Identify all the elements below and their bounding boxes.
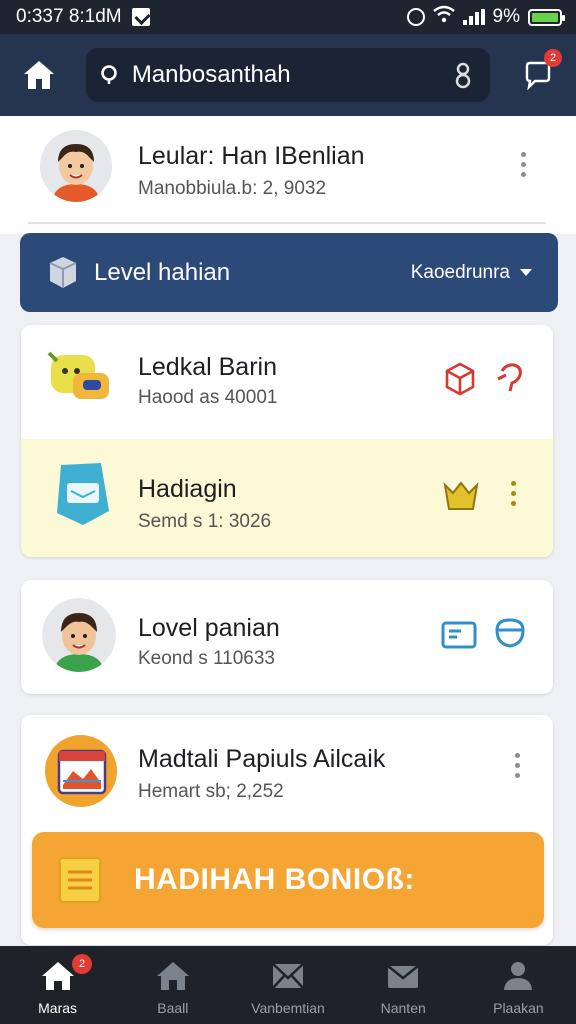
gift-icon [58, 857, 102, 903]
store-icon [156, 962, 189, 990]
top-app-bar: Manbosanthah 2 [0, 34, 576, 116]
profile-name: Leular: Han IBenlian [138, 142, 365, 170]
avatar [42, 598, 116, 672]
level-title: Level hahian [94, 258, 231, 286]
nav-label: Plaakan [493, 1000, 544, 1016]
bonus-label: HADIHAH BONIOß: [134, 863, 415, 896]
profile-row[interactable]: Leular: Han IBenlian Manobbiula.b: 2, 90… [0, 116, 576, 220]
home-icon [23, 61, 54, 89]
mail-card-icon [57, 463, 109, 525]
game-controller-icon [47, 351, 109, 399]
battery-percent: 9% [492, 6, 520, 27]
nav-label: Baall [157, 1000, 189, 1016]
item-title: Lovel panian [138, 614, 280, 642]
chat-button[interactable]: 2 [518, 49, 562, 95]
nav-item-vanbemtian[interactable]: Vanbemtian [230, 946, 345, 1024]
notification-icon [131, 8, 150, 26]
question-icon[interactable] [494, 361, 528, 397]
list-card: Lovel panian Keond s 110633 [21, 580, 553, 694]
level-dropdown-label: Kaoedrunra [410, 261, 510, 283]
home-icon [41, 962, 74, 990]
chevron-down-icon [520, 269, 532, 276]
mail-icon [387, 965, 419, 988]
profile-subtitle: Manobbiula.b: 2, 9032 [138, 178, 327, 199]
item-subtitle: Keond s 110633 [138, 648, 275, 669]
wifi-icon [432, 5, 455, 29]
avatar [40, 130, 112, 202]
search-text: Manbosanthah [131, 61, 291, 88]
nav-item-plaakan[interactable]: Plaakan [461, 946, 576, 1024]
nav-label: Vanbemtian [251, 1000, 325, 1016]
nav-item-maras[interactable]: 2 Maras [0, 946, 115, 1024]
more-options-icon[interactable] [519, 152, 527, 177]
basket-icon[interactable] [493, 616, 527, 650]
home-button[interactable] [18, 54, 60, 96]
item-title: Ledkal Barin [138, 353, 277, 381]
list-item[interactable]: Madtali Papiuls Ailcaik Hemart sb; 2,252 [21, 715, 553, 825]
nav-item-nanten[interactable]: Nanten [346, 946, 461, 1024]
person-icon [504, 962, 533, 990]
item-subtitle: Semd s 1: 3026 [138, 511, 272, 532]
list-item-highlighted[interactable]: Hadiagin Semd s 1: 3026 [21, 439, 553, 557]
nav-label: Maras [38, 1000, 78, 1016]
item-title: Madtali Papiuls Ailcaik [138, 745, 386, 773]
status-time: 0:337 8:1dM [16, 6, 122, 27]
signal-icon [462, 9, 485, 25]
item-subtitle: Hemart sb; 2,252 [138, 781, 284, 802]
divider [28, 222, 546, 224]
nav-badge: 2 [72, 954, 92, 974]
bottom-nav: 2 Maras Baall Vanbemtian Nanten Plaakan [0, 946, 576, 1024]
list-card: Ledkal Barin Haood as 40001 Hadiagin Sem… [21, 325, 553, 557]
id-card-icon[interactable] [441, 620, 477, 650]
level-dropdown[interactable]: Kaoedrunra [411, 262, 532, 284]
search-icon [101, 65, 117, 84]
search-input[interactable]: Manbosanthah [85, 48, 491, 102]
chat-badge: 2 [544, 49, 562, 67]
bonus-button[interactable]: HADIHAH BONIOß: [32, 832, 544, 928]
box-icon [49, 256, 77, 288]
battery-icon [528, 8, 565, 26]
status-bar: 0:337 8:1dM 9% [0, 0, 576, 34]
more-options-icon[interactable] [513, 753, 521, 778]
alarm-icon [406, 8, 425, 26]
more-options-icon[interactable] [509, 481, 517, 506]
mail-open-icon [272, 963, 304, 989]
nav-item-baall[interactable]: Baall [115, 946, 230, 1024]
trophy-icon[interactable] [441, 479, 481, 515]
item-title: Hadiagin [138, 475, 237, 503]
list-item[interactable]: Lovel panian Keond s 110633 [21, 580, 553, 694]
level-banner[interactable]: Level hahian Kaoedrunra [20, 233, 558, 312]
calendar-photo-icon [45, 735, 117, 807]
mic-icon[interactable] [450, 60, 476, 90]
list-item[interactable]: Ledkal Barin Haood as 40001 [21, 325, 553, 439]
cube-icon[interactable] [443, 361, 477, 397]
nav-label: Nanten [380, 1000, 426, 1016]
item-subtitle: Haood as 40001 [138, 387, 278, 408]
